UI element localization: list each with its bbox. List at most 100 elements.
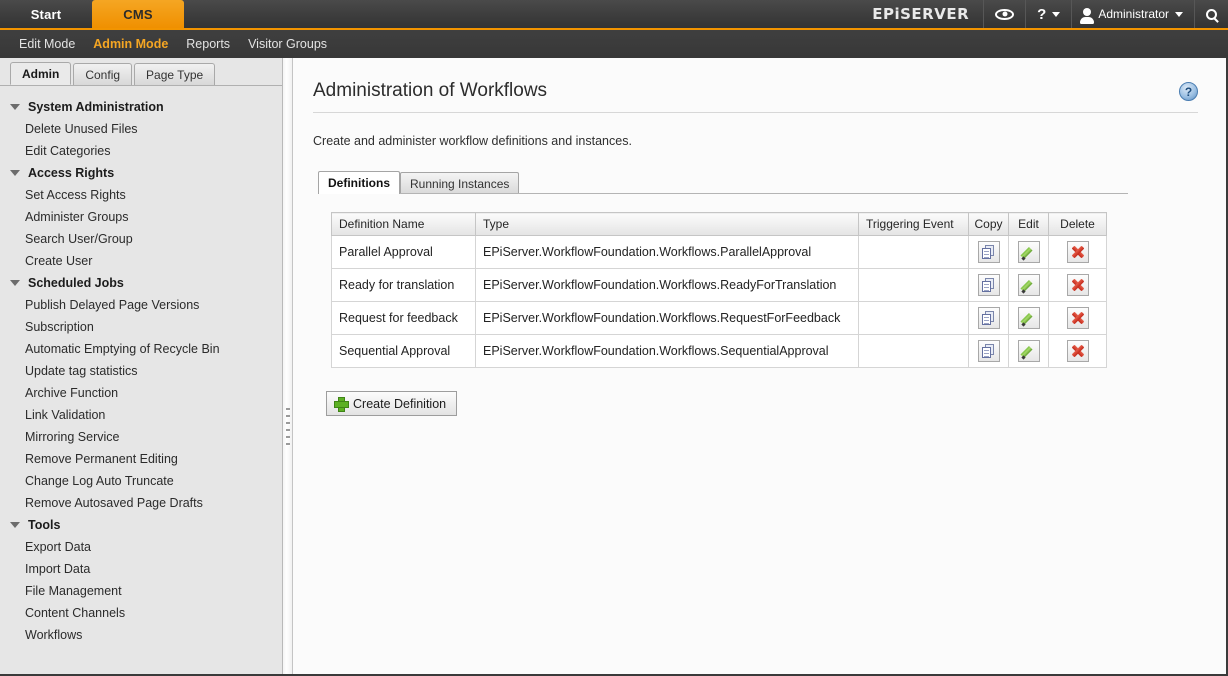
help-menu-button[interactable]: ? — [1025, 0, 1071, 28]
sidebar-item-remove-autosaved-page-drafts[interactable]: Remove Autosaved Page Drafts — [0, 492, 282, 514]
edit-button[interactable] — [1017, 307, 1040, 329]
sidebar-item-subscription[interactable]: Subscription — [0, 316, 282, 338]
edit-button[interactable] — [1017, 274, 1040, 296]
table-row: Request for feedback EPiServer.WorkflowFo… — [331, 301, 1107, 335]
global-tab-cms[interactable]: CMS — [92, 0, 184, 28]
tab-running-instances-label: Running Instances — [410, 176, 510, 191]
edit-button[interactable] — [1017, 241, 1040, 263]
table-header-row: Definition Name Type Triggering Event Co… — [331, 212, 1107, 236]
cell-copy — [968, 334, 1009, 368]
tab-running-instances[interactable]: Running Instances — [400, 172, 520, 194]
sidebar-item-workflows[interactable]: Workflows — [0, 624, 282, 646]
sidebar-item-remove-permanent-editing[interactable]: Remove Permanent Editing — [0, 448, 282, 470]
page-title: Administration of Workflows — [313, 80, 1198, 113]
user-menu-button[interactable]: Administrator — [1071, 0, 1194, 28]
sidebar-item-update-tag-statistics[interactable]: Update tag statistics — [0, 360, 282, 382]
cell-edit — [1008, 268, 1049, 302]
search-button[interactable] — [1194, 0, 1228, 28]
delete-button[interactable] — [1066, 307, 1089, 329]
sidebar-tab-admin[interactable]: Admin — [10, 62, 72, 85]
copy-button[interactable] — [977, 307, 1000, 329]
sidebar-item-archive-function[interactable]: Archive Function — [0, 382, 282, 404]
cell-triggering-event — [858, 301, 969, 335]
table-body: Parallel Approval EPiServer.WorkflowFound… — [331, 235, 1107, 368]
sidebar-item-content-channels[interactable]: Content Channels — [0, 602, 282, 624]
sidebar-item-edit-categories[interactable]: Edit Categories — [0, 140, 282, 162]
sidebar-item-import-data[interactable]: Import Data — [0, 558, 282, 580]
person-icon — [1080, 8, 1095, 24]
copy-icon — [982, 245, 995, 259]
sidebar-item-link-validation[interactable]: Link Validation — [0, 404, 282, 426]
delete-button[interactable] — [1066, 241, 1089, 263]
sidebar-section-label: Access Rights — [28, 166, 115, 180]
user-name-label: Administrator — [1098, 7, 1169, 21]
triangle-down-icon — [10, 522, 20, 528]
panel-splitter[interactable] — [283, 58, 293, 674]
episerver-logo: EPiSERVER — [862, 0, 983, 28]
menu-item-admin-mode-label: Admin Mode — [93, 37, 169, 51]
sidebar-section-access-rights[interactable]: Access Rights — [0, 162, 282, 184]
menu-item-admin-mode[interactable]: Admin Mode — [84, 37, 177, 51]
sidebar-item-set-access-rights[interactable]: Set Access Rights — [0, 184, 282, 206]
cell-type: EPiServer.WorkflowFoundation.Workflows.R… — [475, 301, 859, 335]
sidebar-item-export-data[interactable]: Export Data — [0, 536, 282, 558]
sidebar-item-search-user-group[interactable]: Search User/Group — [0, 228, 282, 250]
sidebar-item-file-management[interactable]: File Management — [0, 580, 282, 602]
global-tab-cms-label: CMS — [123, 6, 153, 22]
column-header-definition-name[interactable]: Definition Name — [331, 212, 476, 236]
pencil-icon — [1020, 278, 1036, 294]
main-content: Administration of Workflows ? Create and… — [294, 58, 1226, 674]
copy-icon — [982, 344, 995, 358]
sidebar-nav-list: System Administration Delete Unused Files… — [0, 86, 282, 672]
application-window: Start CMS EPiSERVER ? Administrator Edit… — [0, 0, 1228, 676]
sidebar-item-change-log-auto-truncate[interactable]: Change Log Auto Truncate — [0, 470, 282, 492]
triangle-down-icon — [10, 170, 20, 176]
sidebar-section-scheduled-jobs[interactable]: Scheduled Jobs — [0, 272, 282, 294]
question-mark-icon: ? — [1037, 5, 1047, 23]
create-definition-button[interactable]: Create Definition — [326, 391, 458, 416]
copy-button[interactable] — [977, 241, 1000, 263]
sidebar-tab-page-type-label: Page Type — [146, 67, 204, 82]
global-tab-start[interactable]: Start — [0, 0, 92, 28]
sidebar-section-label: System Administration — [28, 100, 164, 114]
delete-button[interactable] — [1066, 340, 1089, 362]
cell-edit — [1008, 334, 1049, 368]
sidebar-item-publish-delayed-page-versions[interactable]: Publish Delayed Page Versions — [0, 294, 282, 316]
edit-button[interactable] — [1017, 340, 1040, 362]
global-top-bar: Start CMS EPiSERVER ? Administrator — [0, 0, 1228, 28]
cell-definition-name: Ready for translation — [331, 268, 476, 302]
definitions-table: Definition Name Type Triggering Event Co… — [331, 212, 1107, 368]
search-icon — [1206, 8, 1217, 20]
page-description: Create and administer workflow definitio… — [313, 134, 632, 148]
column-header-triggering-event[interactable]: Triggering Event — [858, 212, 969, 236]
menu-item-reports[interactable]: Reports — [177, 37, 239, 51]
sidebar-item-mirroring-service[interactable]: Mirroring Service — [0, 426, 282, 448]
help-icon[interactable]: ? — [1179, 82, 1198, 101]
sidebar-section-tools[interactable]: Tools — [0, 514, 282, 536]
menu-item-visitor-groups[interactable]: Visitor Groups — [239, 37, 336, 51]
copy-button[interactable] — [977, 340, 1000, 362]
help-icon-label: ? — [1184, 84, 1193, 99]
sidebar-tab-page-type[interactable]: Page Type — [134, 63, 216, 85]
sidebar-item-automatic-emptying-of-recycle-bin[interactable]: Automatic Emptying of Recycle Bin — [0, 338, 282, 360]
cell-copy — [968, 235, 1009, 269]
chevron-down-icon — [1175, 11, 1183, 17]
sidebar-tab-config[interactable]: Config — [73, 63, 133, 85]
column-header-type[interactable]: Type — [475, 212, 859, 236]
sidebar-item-administer-groups[interactable]: Administer Groups — [0, 206, 282, 228]
sidebar-item-delete-unused-files[interactable]: Delete Unused Files — [0, 118, 282, 140]
sidebar-section-system-administration[interactable]: System Administration — [0, 96, 282, 118]
cell-type: EPiServer.WorkflowFoundation.Workflows.S… — [475, 334, 859, 368]
cell-delete — [1048, 235, 1107, 269]
cell-triggering-event — [858, 268, 969, 302]
sidebar-item-create-user[interactable]: Create User — [0, 250, 282, 272]
delete-x-icon — [1071, 245, 1085, 259]
view-toggle-button[interactable] — [983, 0, 1025, 28]
tab-definitions[interactable]: Definitions — [318, 171, 400, 194]
menu-item-edit-mode[interactable]: Edit Mode — [10, 37, 84, 51]
copy-icon — [982, 278, 995, 292]
cell-triggering-event — [858, 334, 969, 368]
copy-button[interactable] — [977, 274, 1000, 296]
cell-type: EPiServer.WorkflowFoundation.Workflows.R… — [475, 268, 859, 302]
delete-button[interactable] — [1066, 274, 1089, 296]
